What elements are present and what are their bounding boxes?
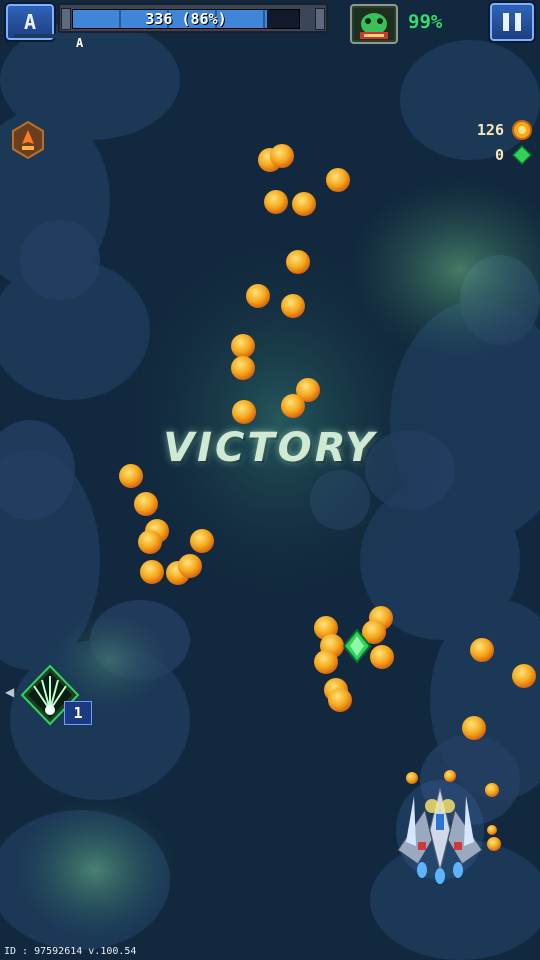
coin-icon bbox=[231, 356, 255, 380]
hp-bar: 336 (86%) bbox=[58, 3, 328, 33]
hp-bar-cap-right bbox=[315, 8, 325, 30]
coin-icon bbox=[444, 770, 456, 782]
hp-value: 336 (86%) bbox=[145, 10, 227, 28]
coin-counter: 126 bbox=[476, 121, 504, 139]
coin-icon bbox=[470, 638, 494, 662]
victory-banner: VICTORY bbox=[163, 425, 377, 471]
weapon-level-bar bbox=[14, 34, 134, 38]
build-info: ID : 97592614 v.100.54 bbox=[4, 946, 137, 957]
gem-icon bbox=[512, 145, 532, 165]
coin-icon bbox=[134, 492, 158, 516]
coin-icon bbox=[487, 837, 501, 851]
coin-icon bbox=[328, 688, 352, 712]
hp-bar-track: 336 (86%) bbox=[72, 9, 300, 29]
fire-powerup-icon bbox=[12, 120, 44, 160]
coin-icon bbox=[326, 168, 350, 192]
coin-icon bbox=[314, 650, 338, 674]
coin-icon bbox=[292, 192, 316, 216]
coin-icon bbox=[190, 529, 214, 553]
coin-icon bbox=[270, 144, 294, 168]
coin-icon bbox=[264, 190, 288, 214]
coin-icon bbox=[281, 294, 305, 318]
space-background bbox=[0, 0, 540, 960]
pause-icon bbox=[503, 13, 509, 31]
coin-icon bbox=[370, 645, 394, 669]
coin-icon bbox=[462, 716, 486, 740]
coin-icon bbox=[232, 400, 256, 424]
coin-icon bbox=[406, 772, 418, 784]
rank-letter: A bbox=[76, 36, 84, 50]
gem-counter: 0 bbox=[494, 146, 504, 164]
coin-icon bbox=[178, 554, 202, 578]
coin-icon bbox=[138, 530, 162, 554]
chevron-left-icon: ◀ bbox=[5, 685, 15, 699]
coin-icon bbox=[512, 120, 532, 140]
pause-icon bbox=[515, 13, 521, 31]
coin-icon bbox=[485, 783, 499, 797]
coin-icon bbox=[246, 284, 270, 308]
coin-icon bbox=[286, 250, 310, 274]
game-screen[interactable]: A 336 (86%) A 99% 126 0 VICTORY ◀ 1 ID:… bbox=[0, 0, 540, 960]
coin-icon bbox=[281, 394, 305, 418]
coin-icon bbox=[140, 560, 164, 584]
coin-icon bbox=[231, 334, 255, 358]
skill-count-badge: 1 bbox=[64, 701, 92, 725]
hp-bar-cap-left bbox=[61, 8, 71, 30]
boss-icon bbox=[350, 4, 398, 44]
pause-button[interactable] bbox=[490, 3, 534, 41]
coin-icon bbox=[512, 664, 536, 688]
boss-progress-percent: 99% bbox=[408, 11, 443, 33]
coin-icon bbox=[487, 825, 497, 835]
